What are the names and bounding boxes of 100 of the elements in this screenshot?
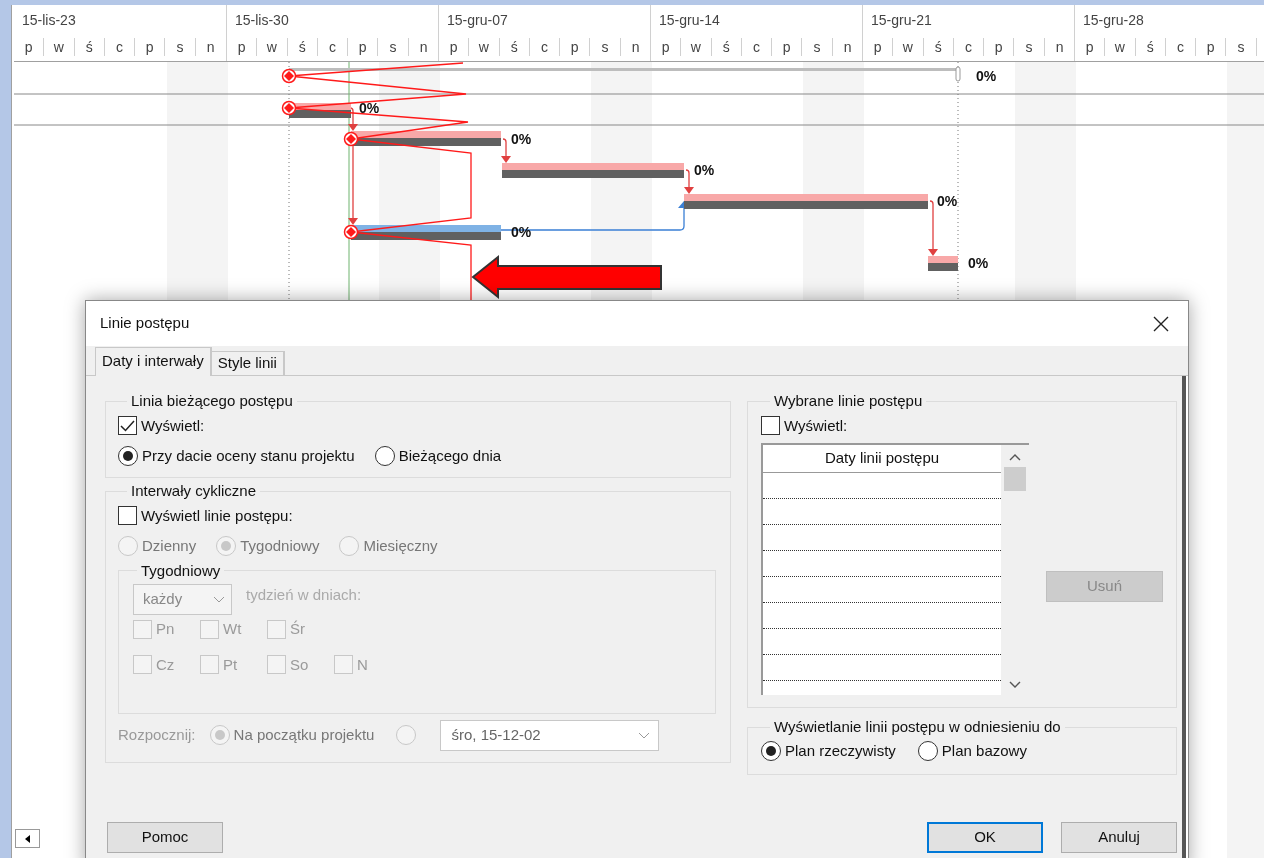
checkbox[interactable] [761, 416, 780, 436]
radio-label: Dzienny [142, 536, 197, 556]
checkbox-label: Pt [223, 654, 238, 675]
day-label: n [843, 38, 852, 56]
day-label: c [964, 38, 972, 56]
progress-point-icon [343, 224, 359, 240]
day-label: s [176, 38, 184, 56]
left-arrow-icon [25, 834, 30, 843]
day-label: s [601, 38, 609, 56]
radio-label: Miesięczny [363, 536, 438, 556]
day-label: p [145, 38, 154, 56]
day-label: p [873, 38, 882, 56]
day-label: w [266, 38, 277, 56]
day-label: n [419, 38, 428, 56]
day-label: p [449, 38, 458, 56]
day-label: p [358, 38, 367, 56]
radio-button[interactable] [118, 446, 138, 467]
day-label: s [813, 38, 821, 56]
day-label: ś [510, 38, 518, 56]
day-label: ś [85, 38, 93, 56]
radio-button[interactable] [374, 446, 395, 467]
progress-point-icon [281, 100, 297, 116]
day-label: n [1055, 38, 1064, 56]
day-label: s [1025, 38, 1033, 56]
chevron-up-icon [1009, 454, 1021, 461]
checkbox-label: Wyświetl linie postępu: [141, 505, 293, 526]
default-button[interactable]: OK [927, 822, 1043, 853]
radio-label: Plan bazowy [941, 740, 1027, 761]
group-title: Wybrane linie postępu [773, 391, 924, 411]
day-label: p [994, 38, 1003, 56]
radio-label: Tygodniowy [240, 536, 320, 556]
week-label: 15-gru-28 [1082, 11, 1145, 30]
scroll-left-button[interactable] [15, 829, 40, 848]
day-label: p [24, 38, 33, 56]
week-label: 15-lis-30 [234, 11, 290, 30]
week-label: 15-lis-23 [21, 11, 77, 30]
field-label: tydzień w dniach: [246, 585, 362, 606]
day-label: p [782, 38, 791, 56]
checkbox[interactable] [118, 416, 137, 436]
day-label: n [631, 38, 640, 56]
radio-button[interactable] [761, 740, 781, 761]
dependency-arrow [348, 107, 358, 131]
checkbox-label: N [357, 654, 368, 675]
checkbox-label: So [290, 654, 309, 675]
field-label: Rozpocznij: [118, 724, 196, 745]
radio-label: Przy dacie oceny stanu projektu [142, 446, 355, 466]
day-label: w [53, 38, 64, 56]
day-label: p [570, 38, 579, 56]
day-label: ś [934, 38, 942, 56]
percent-label: 0% [511, 131, 532, 147]
checkbox-label: Wt [223, 619, 242, 639]
day-label: p [237, 38, 246, 56]
percent-label: 0% [359, 100, 380, 116]
cancel-button[interactable]: Anuluj [1061, 822, 1177, 853]
group-title: Interwały cykliczne [130, 481, 258, 501]
day-label: ś [722, 38, 730, 56]
help-button[interactable]: Pomoc [107, 822, 223, 853]
dependency-arrow [684, 169, 694, 194]
scrollbar-thumb[interactable] [1004, 467, 1026, 491]
chevron-down-icon [213, 596, 225, 603]
checkbox[interactable] [118, 506, 137, 526]
chevron-down-icon [638, 731, 651, 739]
close-icon [1153, 315, 1169, 332]
day-label: c [328, 38, 336, 56]
list-box[interactable]: Daty linii postępu [761, 443, 1029, 695]
percent-label: 0% [937, 193, 958, 209]
week-label: 15-gru-07 [446, 11, 509, 30]
week-label: 15-gru-21 [870, 11, 933, 30]
percent-label: 0% [694, 162, 715, 178]
day-label: c [540, 38, 548, 56]
tab[interactable]: Style linii [211, 351, 285, 375]
day-label: w [478, 38, 489, 56]
day-label: c [1176, 38, 1184, 56]
radio-label: Plan rzeczywisty [785, 740, 896, 761]
week-label: 15-gru-14 [658, 11, 721, 30]
day-label: s [389, 38, 397, 56]
day-label: w [902, 38, 913, 56]
checkbox-label: Cz [156, 654, 175, 675]
checkbox-label: Pn [156, 619, 175, 639]
progress-point-icon [343, 131, 359, 147]
group-title: Linia bieżącego postępu [130, 391, 294, 411]
day-label: w [1114, 38, 1125, 56]
dialog-title: Linie postępu [100, 313, 190, 334]
radio-label: Na początku projektu [233, 724, 375, 745]
day-label: w [690, 38, 701, 56]
day-label: c [752, 38, 760, 56]
checkbox-label: Śr [290, 619, 305, 639]
chevron-down-icon [1009, 681, 1021, 688]
tab[interactable]: Daty i interwały [95, 347, 212, 376]
dependency-arrow [928, 200, 938, 256]
checkbox-label: Wyświetl: [784, 415, 848, 436]
radio-button[interactable] [917, 740, 938, 761]
day-label: p [1085, 38, 1094, 56]
day-label: n [206, 38, 215, 56]
percent-label: 0% [968, 255, 989, 271]
group-title: Tygodniowy [140, 560, 222, 581]
dependency-arrow [501, 138, 511, 163]
progress-point-icon [281, 68, 297, 84]
group-title: Wyświetlanie linii postępu w odniesieniu do [773, 717, 1062, 737]
day-label: c [115, 38, 123, 56]
